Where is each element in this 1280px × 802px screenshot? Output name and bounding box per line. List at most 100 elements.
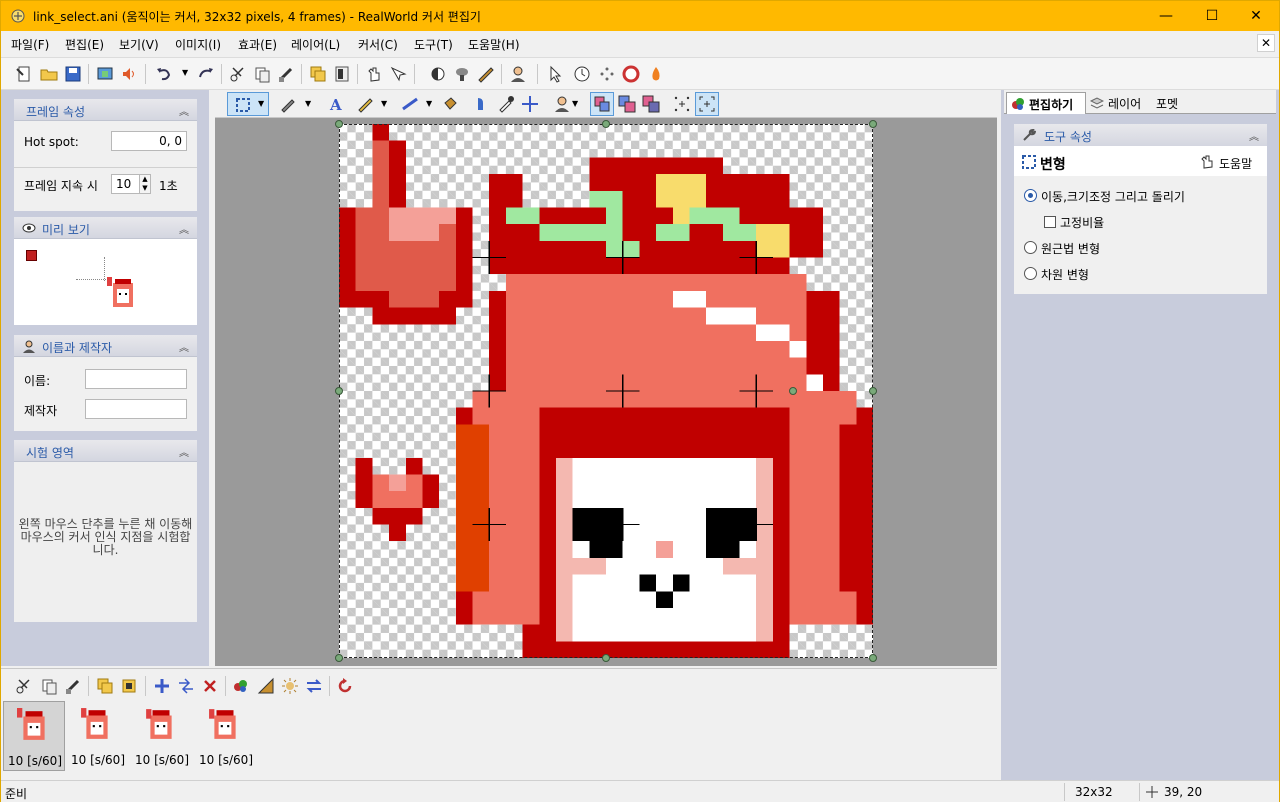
menu-cursor[interactable]: 커서(C) bbox=[358, 36, 398, 53]
paste-icon[interactable] bbox=[277, 65, 295, 83]
author-input[interactable] bbox=[85, 399, 187, 419]
menu-layer[interactable]: 레이어(L) bbox=[291, 36, 340, 53]
tab-format[interactable]: 포멧 bbox=[1152, 92, 1192, 114]
add-frame-icon[interactable] bbox=[153, 677, 171, 695]
move-icon[interactable] bbox=[521, 95, 539, 113]
eyedropper-icon[interactable] bbox=[497, 95, 515, 113]
dropdown-icon[interactable]: ▼ bbox=[426, 99, 432, 108]
menu-effects[interactable]: 효과(E) bbox=[238, 36, 277, 53]
menu-tools[interactable]: 도구(T) bbox=[414, 36, 453, 53]
menu-help[interactable]: 도움말(H) bbox=[468, 36, 520, 53]
sound-icon[interactable] bbox=[120, 65, 138, 83]
transform-tool-button[interactable]: ▼ bbox=[227, 92, 269, 116]
frame-thumbnail[interactable]: 10 [s/60] bbox=[3, 701, 65, 771]
menu-view[interactable]: 보기(V) bbox=[119, 36, 159, 53]
busy-dots-icon[interactable] bbox=[598, 65, 616, 83]
resize-handle[interactable] bbox=[869, 387, 877, 395]
refresh-icon[interactable] bbox=[336, 677, 354, 695]
resize-handle[interactable] bbox=[335, 654, 343, 662]
duration-spinner[interactable]: ▲ ▼ bbox=[139, 174, 151, 194]
save-icon[interactable] bbox=[64, 65, 82, 83]
frame-properties-icon[interactable] bbox=[333, 65, 351, 83]
pencil-icon[interactable] bbox=[279, 95, 297, 113]
shadow-icon[interactable] bbox=[453, 65, 471, 83]
rotate-handle[interactable] bbox=[789, 387, 797, 395]
select-points-icon[interactable] bbox=[673, 95, 691, 113]
frame-duration-input[interactable] bbox=[111, 174, 141, 194]
new-file-icon[interactable] bbox=[15, 65, 33, 83]
blend-under-icon[interactable] bbox=[642, 95, 660, 113]
swap-frames-icon[interactable] bbox=[305, 677, 323, 695]
open-folder-icon[interactable] bbox=[40, 65, 58, 83]
capture-icon[interactable] bbox=[96, 65, 114, 83]
paste-frame-icon[interactable] bbox=[64, 677, 82, 695]
fire-icon[interactable] bbox=[647, 65, 665, 83]
collapse-icon[interactable]: ︽ bbox=[179, 221, 189, 236]
undo-dropdown-icon[interactable]: ▼ bbox=[182, 68, 188, 77]
close-button[interactable]: ✕ bbox=[1233, 1, 1279, 31]
ruler-icon[interactable] bbox=[257, 677, 275, 695]
arrow-cursor-icon[interactable] bbox=[547, 65, 565, 83]
clock-icon[interactable] bbox=[573, 65, 591, 83]
menu-file[interactable]: 파일(F) bbox=[11, 36, 49, 53]
radio-move-resize-rotate[interactable] bbox=[1024, 189, 1037, 202]
frame-thumbnail[interactable]: 10 [s/60] bbox=[131, 701, 193, 771]
hotspot-input[interactable] bbox=[111, 131, 187, 151]
radio-perspective[interactable] bbox=[1024, 241, 1037, 254]
lifebuoy-icon[interactable] bbox=[622, 65, 640, 83]
resize-handle[interactable] bbox=[869, 654, 877, 662]
insert-frame-icon[interactable] bbox=[96, 677, 114, 695]
help-link[interactable]: 도움말 bbox=[1219, 155, 1252, 172]
brush-effect-icon[interactable] bbox=[477, 65, 495, 83]
preview-canvas[interactable] bbox=[14, 239, 197, 325]
hand-cursor-icon[interactable] bbox=[365, 65, 383, 83]
contrast-icon[interactable] bbox=[429, 65, 447, 83]
resize-handle[interactable] bbox=[602, 120, 610, 128]
dropdown-icon[interactable]: ▼ bbox=[258, 99, 264, 108]
user-cursor-icon[interactable] bbox=[553, 95, 571, 113]
name-input[interactable] bbox=[85, 369, 187, 389]
frame-thumbnail[interactable]: 10 [s/60] bbox=[195, 701, 257, 771]
cut-frame-icon[interactable] bbox=[15, 677, 33, 695]
new-frame-icon[interactable] bbox=[309, 65, 327, 83]
minimize-button[interactable]: — bbox=[1143, 1, 1189, 31]
copy-icon[interactable] bbox=[253, 65, 271, 83]
collapse-icon[interactable]: ︽ bbox=[179, 103, 189, 118]
cut-icon[interactable] bbox=[229, 65, 247, 83]
line-tool-icon[interactable] bbox=[401, 95, 419, 113]
test-area[interactable]: 왼쪽 마우스 단추를 누른 채 이동해 마우스의 커서 인식 지점을 시험합니다… bbox=[14, 462, 197, 622]
blend-replace-button[interactable] bbox=[590, 92, 614, 116]
title-bar[interactable]: link_select.ani (움직이는 커서, 32x32 pixels, … bbox=[1, 1, 1279, 31]
resize-handle[interactable] bbox=[335, 387, 343, 395]
person-icon[interactable] bbox=[509, 65, 527, 83]
fill-bucket-icon[interactable] bbox=[441, 95, 459, 113]
blend-over-icon[interactable] bbox=[618, 95, 636, 113]
menu-image[interactable]: 이미지(I) bbox=[175, 36, 221, 53]
collapse-icon[interactable]: ︽ bbox=[1249, 128, 1259, 143]
undo-icon[interactable] bbox=[155, 65, 173, 83]
frame-thumbnail[interactable]: 10 [s/60] bbox=[67, 701, 129, 771]
brush-icon[interactable] bbox=[356, 95, 374, 113]
text-tool-icon[interactable]: A bbox=[327, 95, 345, 113]
duplicate-frame-icon[interactable] bbox=[120, 677, 138, 695]
resize-handle[interactable] bbox=[869, 120, 877, 128]
checkbox-fixed-ratio[interactable] bbox=[1044, 216, 1056, 228]
redo-icon[interactable] bbox=[197, 65, 215, 83]
resize-handle[interactable] bbox=[335, 120, 343, 128]
dropdown-icon[interactable]: ▼ bbox=[381, 99, 387, 108]
delete-frame-icon[interactable] bbox=[201, 677, 219, 695]
mdi-close-button[interactable]: ✕ bbox=[1257, 34, 1275, 52]
maximize-button[interactable]: ☐ bbox=[1189, 1, 1235, 31]
dropdown-icon[interactable]: ▼ bbox=[572, 99, 578, 108]
collapse-icon[interactable]: ︽ bbox=[179, 339, 189, 354]
cursor-sequence-icon[interactable] bbox=[389, 65, 407, 83]
copy-frame-icon[interactable] bbox=[40, 677, 58, 695]
resize-handle[interactable] bbox=[602, 654, 610, 662]
frame-effects-icon[interactable] bbox=[232, 677, 250, 695]
color-picker-icon[interactable] bbox=[473, 95, 491, 113]
dropdown-icon[interactable]: ▼ bbox=[305, 99, 311, 108]
tab-edit[interactable]: 편집하기 bbox=[1006, 92, 1086, 114]
radio-dimension[interactable] bbox=[1024, 267, 1037, 280]
select-all-button[interactable] bbox=[695, 92, 719, 116]
tab-layer[interactable]: 레이어 bbox=[1088, 92, 1150, 114]
